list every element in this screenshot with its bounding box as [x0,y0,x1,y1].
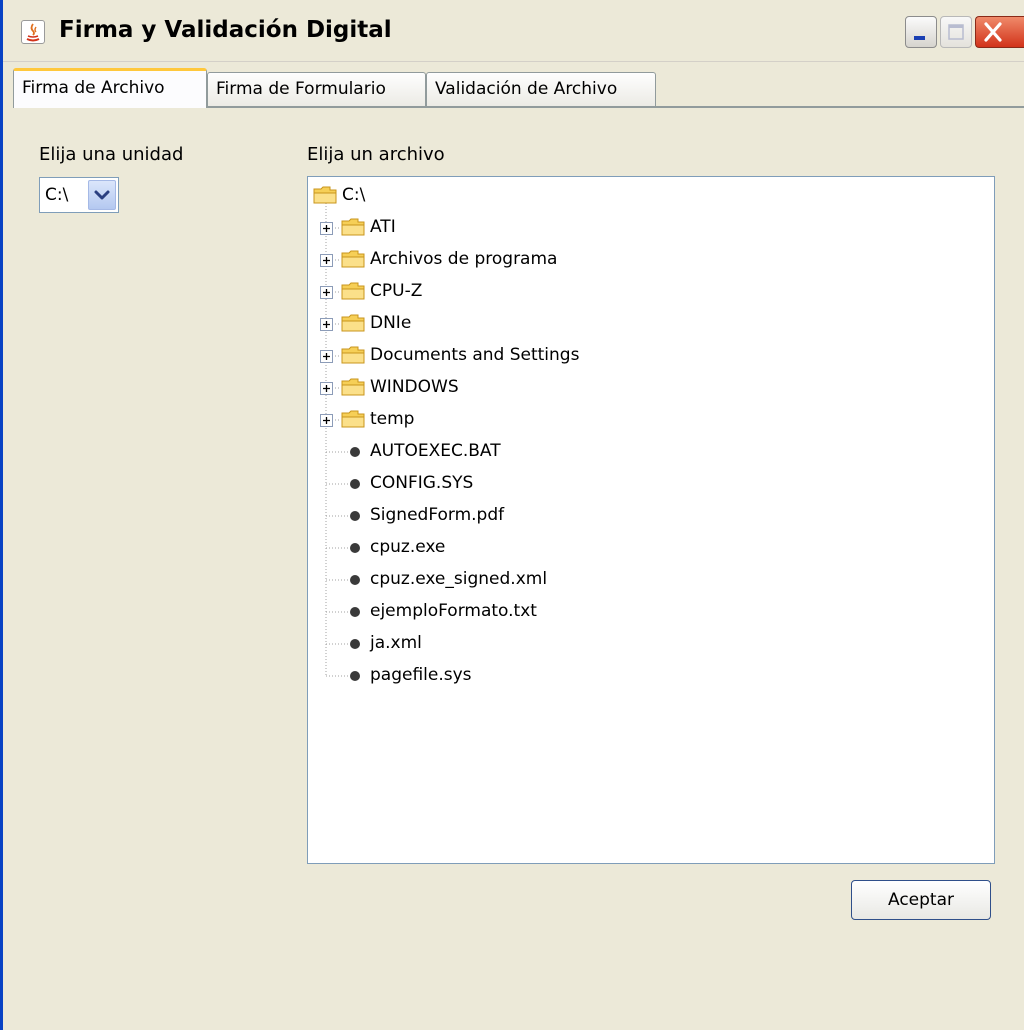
folder-icon [341,218,365,236]
tree-item-label: C:\ [342,185,366,205]
expand-icon[interactable] [320,286,333,299]
tree-folder-item[interactable]: DNIe [308,308,988,340]
tree-folder-item[interactable]: temp [308,404,988,436]
application-window: Firma y Validación Digital Firma de Arch… [0,0,1024,1030]
tree-item-label: ejemploFormato.txt [370,601,537,621]
tree-folder-item[interactable]: Documents and Settings [308,340,988,372]
chevron-down-icon [94,190,110,200]
expand-icon[interactable] [320,350,333,363]
tab-firma-archivo[interactable]: Firma de Archivo [13,68,207,108]
file-bullet-icon [350,447,360,457]
tree-item-label: AUTOEXEC.BAT [370,441,501,461]
drive-label: Elija una unidad [39,144,184,165]
tree-file-item[interactable]: ejemploFormato.txt [308,596,988,628]
tree-file-item[interactable]: pagefile.sys [308,660,988,692]
tree-file-item[interactable]: ja.xml [308,628,988,660]
tree-item-label: Documents and Settings [370,345,580,365]
folder-icon [341,314,365,332]
expand-icon[interactable] [320,254,333,267]
drive-select[interactable]: C:\ [39,177,119,213]
tree-item-label: ja.xml [370,633,422,653]
tree-item-label: WINDOWS [370,377,459,397]
tree-item-label: cpuz.exe_signed.xml [370,569,548,589]
tree-folder-item[interactable]: ATI [308,212,988,244]
tree-file-item[interactable]: CONFIG.SYS [308,468,988,500]
file-bullet-icon [350,607,360,617]
expand-icon[interactable] [320,382,333,395]
file-bullet-icon [350,575,360,585]
folder-icon [341,378,365,396]
folder-icon [341,346,365,364]
title-bar[interactable]: Firma y Validación Digital [3,0,1024,62]
tree-item-label: temp [370,409,415,429]
drive-select-value: C:\ [45,185,69,205]
tree-file-item[interactable]: cpuz.exe [308,532,988,564]
tree-item-label: DNIe [370,313,412,333]
tree-folder-item[interactable]: Archivos de programa [308,244,988,276]
folder-icon [341,410,365,428]
tree-file-item[interactable]: cpuz.exe_signed.xml [308,564,988,596]
tree-file-item[interactable]: AUTOEXEC.BAT [308,436,988,468]
tree-item-label: CPU-Z [370,281,423,301]
file-bullet-icon [350,543,360,553]
tree-item-label: pagefile.sys [370,665,472,685]
accept-button[interactable]: Aceptar [851,880,991,920]
tree-item-label: ATI [370,217,396,237]
file-bullet-icon [350,671,360,681]
file-label: Elija un archivo [307,144,445,165]
tree-item-label: cpuz.exe [370,537,446,557]
tree-item-label: SignedForm.pdf [370,505,505,525]
maximize-icon [948,24,964,40]
folder-icon [313,186,337,204]
minimize-button[interactable] [905,16,937,48]
close-button[interactable] [975,16,1024,48]
expand-icon[interactable] [320,414,333,427]
tree-folder-item[interactable]: CPU-Z [308,276,988,308]
tree-item-label: Archivos de programa [370,249,558,269]
tree-folder-item[interactable]: WINDOWS [308,372,988,404]
tab-firma-formulario[interactable]: Firma de Formulario [207,72,426,106]
folder-icon [341,282,365,300]
tab-strip: Firma de Archivo Firma de Formulario Val… [13,68,1024,108]
java-icon[interactable] [21,20,45,44]
folder-icon [341,250,365,268]
minimize-icon [914,36,925,40]
tree-root-item[interactable]: C:\ [308,180,988,212]
file-bullet-icon [350,639,360,649]
expand-icon[interactable] [320,318,333,331]
close-icon [984,22,1002,42]
maximize-button[interactable] [940,16,972,48]
file-bullet-icon [350,479,360,489]
drive-select-button[interactable] [88,180,116,210]
expand-icon[interactable] [320,222,333,235]
tab-validacion-archivo[interactable]: Validación de Archivo [426,72,656,106]
file-bullet-icon [350,511,360,521]
file-tree[interactable]: C:\ ATI Archivos de programa CPU-Z DNIe Docum… [307,176,995,864]
window-title: Firma y Validación Digital [59,17,392,43]
tree-item-label: CONFIG.SYS [370,473,474,493]
tree-file-item[interactable]: SignedForm.pdf [308,500,988,532]
